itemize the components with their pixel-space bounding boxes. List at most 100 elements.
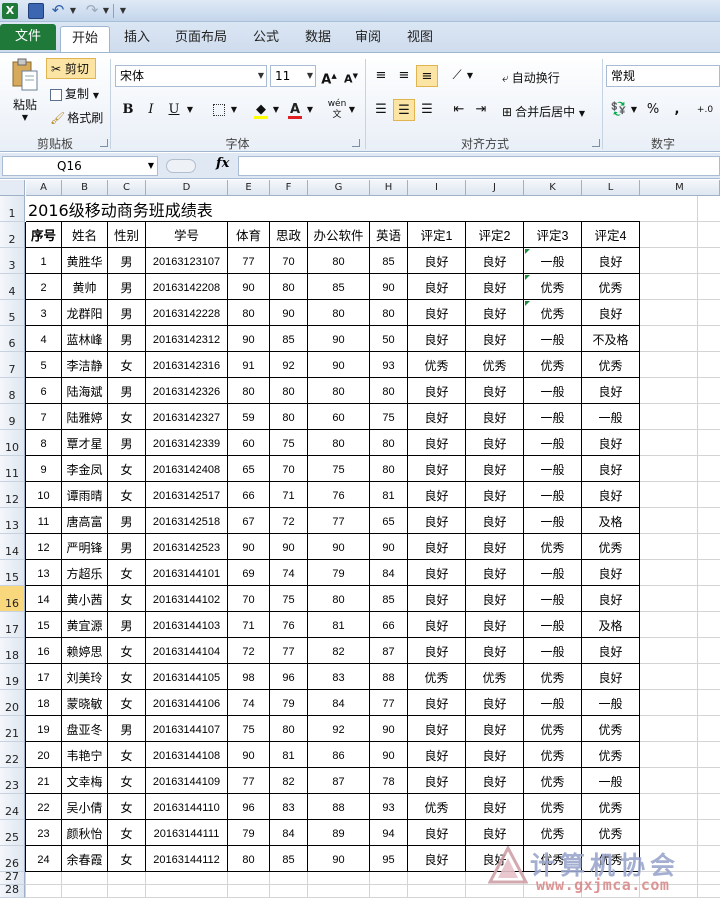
cell-gender[interactable]: 女 [108,690,146,716]
header-cell-rating2[interactable]: 评定2 [466,222,524,248]
font-launcher-icon[interactable] [352,139,360,147]
cell-rating1[interactable]: 优秀 [408,664,466,690]
cell-office[interactable]: 77 [308,508,370,534]
cell-pe[interactable]: 66 [228,482,270,508]
row-header-6[interactable]: 6 [0,326,25,352]
row-header-14[interactable]: 14 [0,534,25,560]
cell-rating2[interactable]: 良好 [466,690,524,716]
cell-rating3[interactable]: 优秀 [524,794,582,820]
excel-app-icon[interactable]: X [2,3,18,19]
cell-rating4[interactable]: 及格 [582,612,640,638]
cell-pe[interactable]: 77 [228,248,270,274]
cell-english[interactable]: 84 [370,560,408,586]
cell-name[interactable]: 谭雨晴 [62,482,108,508]
cell-name[interactable]: 蓝林峰 [62,326,108,352]
increase-decimal-icon[interactable]: +.0 [694,99,716,121]
cell-student-id[interactable]: 20163144111 [146,820,228,846]
cell-rating3[interactable]: 优秀 [524,768,582,794]
cell-rating1[interactable]: 优秀 [408,794,466,820]
cell-english[interactable]: 90 [370,534,408,560]
cell-rating4[interactable]: 优秀 [582,742,640,768]
borders-icon[interactable] [208,99,230,121]
column-header-a[interactable]: A [26,180,62,196]
row-header-10[interactable]: 10 [0,430,25,456]
cell-name[interactable]: 颜秋怡 [62,820,108,846]
cell-english[interactable]: 94 [370,820,408,846]
cell-rating1[interactable]: 良好 [408,274,466,300]
cell-office[interactable]: 81 [308,612,370,638]
cell-seq[interactable]: 19 [26,716,62,742]
column-header-g[interactable]: G [308,180,370,196]
cell-office[interactable]: 86 [308,742,370,768]
cell-pe[interactable]: 90 [228,534,270,560]
cell-name[interactable]: 唐高富 [62,508,108,534]
row-header-26[interactable]: 26 [0,846,25,872]
cell-english[interactable]: 65 [370,508,408,534]
font-color-dropdown-icon[interactable]: ▼ [304,99,316,121]
cell-pe[interactable]: 79 [228,820,270,846]
cell-rating1[interactable]: 优秀 [408,352,466,378]
cell-name[interactable]: 陆雅婷 [62,404,108,430]
cell-gender[interactable]: 女 [108,404,146,430]
cell-rating3[interactable]: 一般 [524,586,582,612]
cell-office[interactable]: 80 [308,248,370,274]
cell-office[interactable]: 82 [308,638,370,664]
cell-office[interactable]: 80 [308,378,370,404]
cell-seq[interactable]: 20 [26,742,62,768]
font-size-combo[interactable]: 11 ▼ [270,65,316,87]
row-header-7[interactable]: 7 [0,352,25,378]
cell-seq[interactable]: 23 [26,820,62,846]
cell-name[interactable]: 陆海斌 [62,378,108,404]
italic-button[interactable]: I [140,99,162,121]
cell-office[interactable]: 76 [308,482,370,508]
row-header-5[interactable]: 5 [0,300,25,326]
formula-bar-resize-handle[interactable] [166,159,196,173]
cell-seq[interactable]: 8 [26,430,62,456]
redo-dropdown-icon[interactable]: ▼ [101,4,111,18]
cell-name[interactable]: 严明锋 [62,534,108,560]
cell-name[interactable]: 盘亚冬 [62,716,108,742]
cell-rating2[interactable]: 良好 [466,248,524,274]
percent-button[interactable]: % [642,99,664,121]
cell-rating2[interactable]: 良好 [466,534,524,560]
cell-rating1[interactable]: 良好 [408,482,466,508]
cell-politics[interactable]: 80 [270,378,308,404]
header-cell-rating4[interactable]: 评定4 [582,222,640,248]
cell-politics[interactable]: 72 [270,508,308,534]
cell-name[interactable]: 韦艳宁 [62,742,108,768]
header-cell-politics[interactable]: 思政 [270,222,308,248]
cell-rating1[interactable]: 良好 [408,300,466,326]
cell-seq[interactable]: 17 [26,664,62,690]
cell-gender[interactable]: 女 [108,352,146,378]
undo-dropdown-icon[interactable]: ▼ [68,4,78,18]
cell-rating2[interactable]: 良好 [466,768,524,794]
cell-seq[interactable]: 15 [26,612,62,638]
cell-rating4[interactable]: 优秀 [582,352,640,378]
cell-pe[interactable]: 98 [228,664,270,690]
cell-office[interactable]: 89 [308,820,370,846]
row-header-25[interactable]: 25 [0,820,25,846]
font-name-combo[interactable]: 宋体 ▼ [115,65,267,87]
cell-rating4[interactable]: 良好 [582,248,640,274]
cell-name[interactable]: 黄宜源 [62,612,108,638]
tab-home[interactable]: 开始 [60,26,110,52]
cell-rating3[interactable]: 一般 [524,326,582,352]
cell-rating3[interactable]: 优秀 [524,352,582,378]
customize-quick-access-icon[interactable]: ▼ [118,4,128,18]
row-header-13[interactable]: 13 [0,508,25,534]
row-header-3[interactable]: 3 [0,248,25,274]
column-header-i[interactable]: I [408,180,466,196]
cell-rating2[interactable]: 良好 [466,430,524,456]
cell-english[interactable]: 81 [370,482,408,508]
tab-review[interactable]: 审阅 [346,26,390,52]
cell-student-id[interactable]: 20163144109 [146,768,228,794]
cell-student-id[interactable]: 20163142339 [146,430,228,456]
cell-seq[interactable]: 12 [26,534,62,560]
cell-rating3[interactable]: 一般 [524,560,582,586]
cell-rating2[interactable]: 良好 [466,612,524,638]
cell-rating4[interactable]: 一般 [582,768,640,794]
cell-pe[interactable]: 59 [228,404,270,430]
cell-pe[interactable]: 70 [228,586,270,612]
column-header-f[interactable]: F [270,180,308,196]
cell-seq[interactable]: 7 [26,404,62,430]
